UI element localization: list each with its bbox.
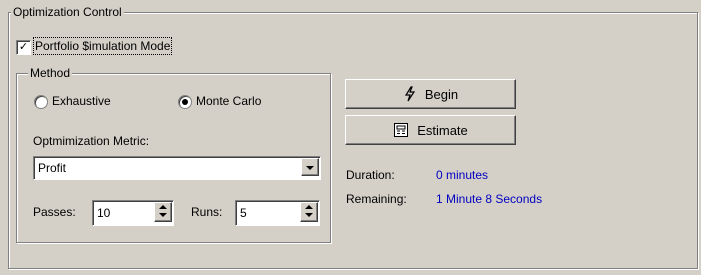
- estimate-label: Estimate: [417, 122, 468, 138]
- begin-label: Begin: [424, 86, 459, 102]
- metric-label: Optmimization Metric:: [33, 134, 150, 148]
- runs-value: 5: [240, 206, 247, 220]
- metric-value: Profit: [38, 161, 67, 175]
- remaining-value: 1 Minute 8 Seconds: [436, 192, 543, 206]
- remaining-label: Remaining:: [346, 192, 407, 206]
- begin-button[interactable]: Begin: [345, 79, 516, 109]
- spin-down-icon: [305, 213, 313, 217]
- radio-monte-carlo[interactable]: [178, 95, 192, 109]
- optimization-control-title: Optimization Control: [11, 5, 124, 19]
- radio-exhaustive[interactable]: [34, 95, 48, 109]
- calculator-icon: [394, 123, 409, 137]
- runs-spin-buttons[interactable]: [300, 202, 318, 222]
- estimate-button[interactable]: Estimate: [345, 115, 516, 145]
- radio-monte-carlo-label[interactable]: Monte Carlo: [196, 94, 261, 108]
- radio-selected-dot: [182, 99, 188, 105]
- runs-label: Runs:: [191, 205, 223, 219]
- runs-spinner[interactable]: 5: [235, 200, 320, 226]
- spin-up-icon: [159, 205, 167, 209]
- portfolio-mode-label[interactable]: Portfolio $imulation Mode: [32, 37, 173, 55]
- passes-spinner[interactable]: 10: [92, 200, 174, 226]
- method-title: Method: [28, 66, 73, 80]
- duration-value: 0 minutes: [436, 168, 489, 182]
- portfolio-mode-checkbox[interactable]: ✓: [16, 40, 31, 55]
- dropdown-button[interactable]: [301, 158, 319, 176]
- spin-up-icon: [305, 205, 313, 209]
- passes-spin-buttons[interactable]: [154, 202, 172, 222]
- spin-down-icon: [159, 213, 167, 217]
- metric-dropdown[interactable]: Profit: [33, 156, 321, 180]
- chevron-down-icon: [306, 166, 314, 170]
- radio-exhaustive-label[interactable]: Exhaustive: [52, 94, 111, 108]
- duration-label: Duration:: [346, 168, 395, 182]
- passes-label: Passes:: [33, 205, 76, 219]
- passes-value: 10: [97, 206, 111, 220]
- lightning-icon: [404, 86, 415, 102]
